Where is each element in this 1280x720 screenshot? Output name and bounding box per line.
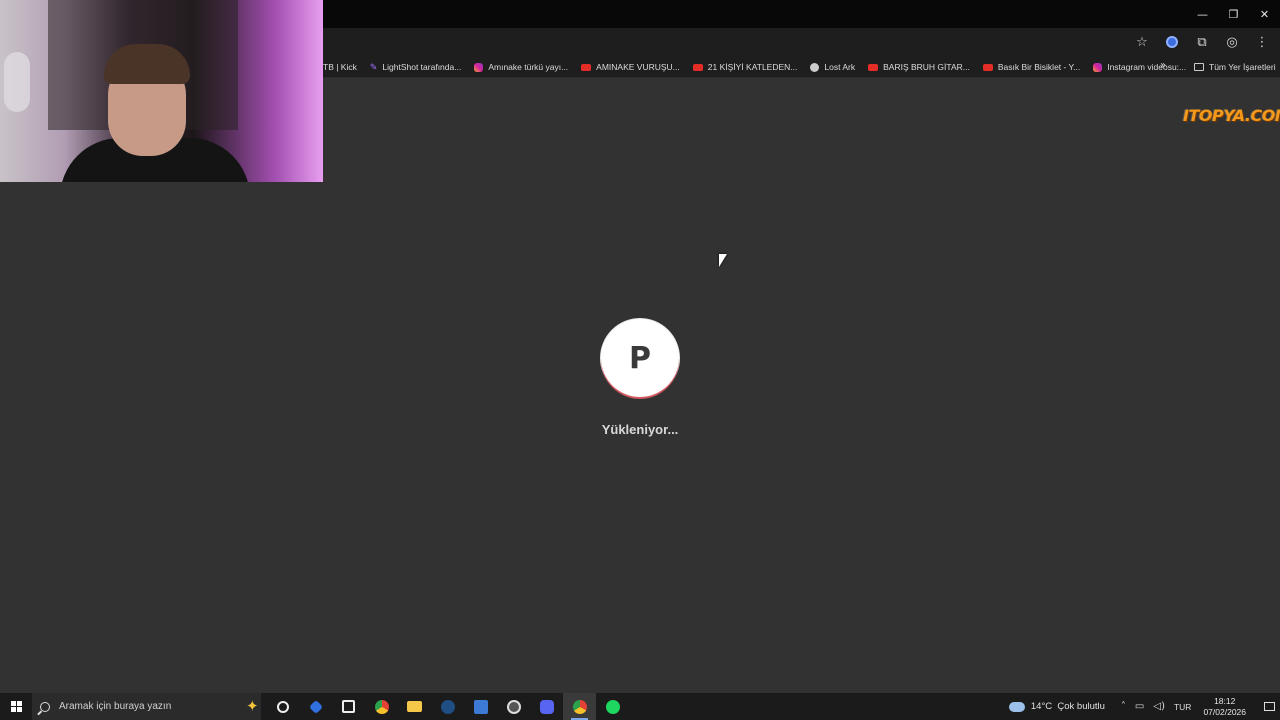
screen: — ❐ ✕ ☆ ⧉ ◎ ⋮ TB | Kick ✎ LightShot taraf…	[0, 0, 1280, 720]
weather-widget[interactable]: 14°C Çok bulutlu	[1008, 701, 1105, 712]
instagram-icon	[1093, 62, 1103, 72]
chrome-icon[interactable]	[365, 693, 398, 720]
utility-app-icon[interactable]	[497, 693, 530, 720]
volume-icon[interactable]: ◁)	[1153, 701, 1165, 712]
bookmark-label: Instagram videosu:...	[1107, 62, 1187, 72]
notification-button[interactable]	[1258, 693, 1280, 720]
close-button[interactable]: ✕	[1249, 0, 1280, 28]
webcam-overlay	[0, 0, 323, 182]
all-bookmarks-button[interactable]: Tüm Yer İşaretleri	[1194, 56, 1276, 78]
extension-profile-icon[interactable]	[1160, 30, 1184, 54]
bookmark-label: Lost Ark	[824, 62, 856, 72]
bookmark-label: Basık Bir Bisiklet - Y...	[997, 62, 1081, 72]
bookmark-label: LightShot tarafında...	[382, 62, 462, 72]
bookmark-label: Amınake türkü yayı...	[488, 62, 569, 72]
bookmarks-list: TB | Kick ✎ LightShot tarafında... Amınak…	[323, 56, 1199, 78]
steam-icon[interactable]	[431, 693, 464, 720]
bookmark-item[interactable]: Amınake türkü yayı...	[474, 62, 568, 72]
browser-wallet-icon[interactable]: ◎	[1220, 30, 1244, 54]
weather-temp: 14°C	[1030, 701, 1053, 712]
system-tray: 14°C Çok bulutlu ˄ ▭ ◁) TUR 18:12 07/02/…	[1008, 693, 1280, 720]
taskbar: Aramak için buraya yazın ✦ 14°C Çok bulu…	[0, 693, 1280, 720]
bookmark-item[interactable]: AMINAKE VURUŞU...	[581, 62, 680, 72]
bookmark-item[interactable]: Instagram videosu:...	[1093, 62, 1186, 72]
bookmark-label: BARIŞ BRUH GİTAR...	[883, 62, 970, 72]
chrome-active-icon[interactable]	[563, 693, 596, 720]
minimize-button[interactable]: —	[1187, 0, 1218, 28]
youtube-icon	[982, 63, 993, 71]
restore-button[interactable]: ❐	[1218, 0, 1249, 28]
store-icon[interactable]	[332, 693, 365, 720]
start-button[interactable]	[0, 693, 32, 720]
extensions-icon[interactable]: ⧉	[1190, 30, 1214, 54]
tray-chevron-icon[interactable]: ˄	[1121, 701, 1126, 712]
youtube-icon	[692, 63, 703, 71]
lightshot-icon: ✎	[369, 61, 378, 72]
blue-app-icon[interactable]	[464, 693, 497, 720]
sparkle-icon: ✦	[246, 697, 259, 715]
clock-time: 18:12	[1214, 695, 1236, 706]
loading-spinner: P	[601, 319, 679, 397]
star-icon[interactable]: ☆	[1130, 30, 1154, 54]
clock[interactable]: 18:12 07/02/2026	[1203, 696, 1246, 718]
cortana-icon[interactable]	[266, 693, 299, 720]
webcam-person-hair	[104, 44, 190, 84]
bookmark-item[interactable]: BARIŞ BRUH GİTAR...	[868, 62, 970, 72]
loading-text: Yükleniyor...	[601, 422, 679, 437]
taskbar-apps	[266, 693, 629, 720]
window-controls: — ❐ ✕	[1187, 0, 1280, 28]
bookmark-item[interactable]: ✎ LightShot tarafında...	[370, 62, 461, 73]
youtube-icon	[581, 63, 592, 71]
language-indicator[interactable]: TUR	[1174, 702, 1191, 712]
discord-icon[interactable]	[530, 693, 563, 720]
loader-letter: P	[629, 340, 651, 376]
instagram-icon	[474, 62, 484, 72]
pulse-app-icon[interactable]	[299, 693, 332, 720]
itopya-logo: ITOPYA.COM	[1183, 106, 1280, 125]
taskbar-search[interactable]: Aramak için buraya yazın ✦	[32, 693, 261, 720]
search-placeholder: Aramak için buraya yazın	[59, 701, 172, 712]
bookmarks-overflow-chevron-icon[interactable]: »	[1160, 60, 1166, 71]
menu-icon[interactable]: ⋮	[1250, 30, 1274, 54]
all-bookmarks-label: Tüm Yer İşaretleri	[1209, 62, 1276, 72]
notification-icon	[1263, 702, 1275, 711]
clock-date: 07/02/2026	[1203, 706, 1246, 717]
network-icon[interactable]: ▭	[1135, 701, 1144, 712]
bookmark-label: 21 KİŞİYİ KATLEDEN...	[707, 62, 798, 72]
file-explorer-icon[interactable]	[398, 693, 431, 720]
folder-icon	[1194, 63, 1204, 71]
bookmark-label: AMINAKE VURUŞU...	[596, 62, 680, 72]
webcam-lamp	[4, 52, 30, 112]
bookmark-item[interactable]: TB | Kick	[323, 62, 357, 72]
bookmark-item[interactable]: Lost Ark	[810, 62, 855, 72]
extension-profile-dot	[1166, 36, 1178, 48]
search-icon	[40, 701, 50, 712]
bookmark-item[interactable]: Basık Bir Bisiklet - Y...	[982, 62, 1081, 72]
bookmark-item[interactable]: 21 KİŞİYİ KATLEDEN...	[692, 62, 798, 72]
windows-icon	[10, 701, 22, 712]
weather-condition: Çok bulutlu	[1057, 701, 1105, 712]
bookmark-label: TB | Kick	[323, 62, 357, 72]
cloud-icon	[1008, 701, 1025, 712]
globe-icon	[810, 62, 820, 72]
spotify-icon[interactable]	[596, 693, 629, 720]
mouse-cursor-icon	[719, 254, 727, 267]
youtube-icon	[868, 63, 879, 71]
toolbar-icons: ☆ ⧉ ◎ ⋮	[1130, 28, 1274, 56]
